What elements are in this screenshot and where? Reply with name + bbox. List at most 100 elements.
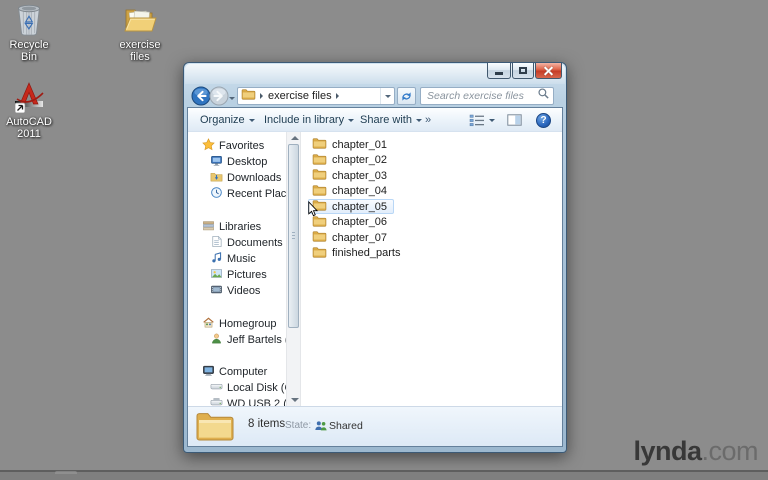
file-item-chapter-04[interactable]: chapter_04 bbox=[302, 184, 562, 200]
state-label: State: bbox=[285, 420, 312, 431]
minimize-button[interactable] bbox=[487, 63, 511, 79]
computer-icon bbox=[202, 364, 215, 380]
forward-button[interactable] bbox=[209, 86, 229, 106]
sidebar-item-favorites[interactable]: Favorites bbox=[188, 138, 286, 154]
help-button[interactable]: ? bbox=[536, 108, 551, 132]
sidebar-item-homegroup[interactable]: Homegroup bbox=[188, 316, 286, 332]
scrollbar-grip bbox=[292, 232, 295, 241]
desktop-icon-autocad-2011[interactable]: AutoCAD 2011 bbox=[0, 80, 58, 140]
organize-menu-button[interactable]: Organize bbox=[200, 108, 255, 132]
sidebar-scrollbar[interactable] bbox=[286, 132, 301, 406]
folder-icon bbox=[312, 246, 327, 261]
strip-notch bbox=[55, 471, 77, 474]
refresh-button[interactable] bbox=[397, 87, 416, 105]
screen-bottom-strip bbox=[0, 470, 768, 480]
scroll-down-icon[interactable] bbox=[290, 398, 299, 402]
file-list: chapter_01 chapter_02 chapter_03 chapter… bbox=[302, 132, 562, 406]
user-icon bbox=[210, 332, 223, 348]
folder-icon bbox=[312, 153, 327, 168]
preview-pane-icon bbox=[507, 114, 522, 126]
usb-disk-icon bbox=[210, 396, 223, 406]
state-value: Shared bbox=[329, 420, 363, 432]
folder-icon bbox=[312, 230, 327, 245]
chevron-down-icon bbox=[348, 118, 355, 125]
desktop-icon-recycle-bin[interactable]: Recycle Bin bbox=[0, 3, 58, 63]
downloads-icon bbox=[210, 170, 223, 186]
recycle-bin-icon bbox=[0, 3, 58, 37]
maximize-icon bbox=[519, 67, 527, 74]
music-note-icon bbox=[210, 251, 223, 267]
sidebar-item-documents[interactable]: Documents bbox=[188, 235, 286, 251]
breadcrumb-arrow-icon bbox=[335, 93, 342, 99]
folder-view: Favorites Desktop Downloads Recent Place… bbox=[188, 132, 562, 406]
desktop: Recycle Bin exercise files AutoCAD2011 bbox=[0, 0, 768, 480]
maximize-button[interactable] bbox=[512, 63, 534, 79]
window-client-area: Organize Include in library Share with » bbox=[187, 107, 563, 447]
sidebar-item-recent-places[interactable]: Recent Places bbox=[188, 186, 286, 202]
preview-pane-button[interactable] bbox=[507, 108, 522, 132]
help-icon: ? bbox=[536, 112, 551, 128]
address-dropdown[interactable] bbox=[380, 88, 394, 104]
sidebar-item-user[interactable]: Jeff Bartels (JB- bbox=[188, 332, 286, 348]
chevron-down-icon bbox=[415, 118, 422, 125]
toolbar-overflow-button[interactable]: » bbox=[425, 108, 431, 132]
sidebar-item-downloads[interactable]: Downloads bbox=[188, 170, 286, 186]
folder-icon bbox=[312, 184, 327, 199]
file-item-chapter-01[interactable]: chapter_01 bbox=[302, 137, 562, 153]
change-view-button[interactable] bbox=[469, 108, 495, 132]
item-count: 8 items bbox=[248, 418, 286, 430]
folder-icon bbox=[241, 87, 256, 105]
search-icon bbox=[537, 87, 550, 105]
close-button[interactable] bbox=[535, 63, 562, 79]
desktop-icon bbox=[210, 154, 223, 170]
open-folder-icon bbox=[111, 5, 169, 37]
file-item-finished-parts[interactable]: finished_parts bbox=[302, 246, 562, 262]
back-button[interactable] bbox=[191, 86, 211, 106]
search-input[interactable] bbox=[427, 90, 537, 102]
share-with-menu-button[interactable]: Share with bbox=[360, 108, 422, 132]
sidebar-item-wd-usb-drive[interactable]: WD USB 2 (F:) bbox=[188, 396, 286, 406]
sidebar-item-videos[interactable]: Videos bbox=[188, 283, 286, 299]
desktop-icon-label: Recycle Bin bbox=[9, 39, 49, 63]
desktop-icon-label: AutoCAD 2011 bbox=[6, 116, 52, 140]
sidebar-item-computer[interactable]: Computer bbox=[188, 364, 286, 380]
file-item-chapter-05[interactable]: chapter_05 bbox=[302, 199, 562, 215]
recent-locations-dropdown[interactable] bbox=[229, 97, 235, 103]
arrow-left-icon bbox=[191, 86, 211, 106]
folder-icon bbox=[312, 168, 327, 183]
scroll-up-icon[interactable] bbox=[290, 136, 299, 140]
star-icon bbox=[202, 138, 215, 154]
explorer-window: exercise files Organize Include in bbox=[183, 62, 567, 453]
minimize-icon bbox=[495, 71, 503, 75]
views-icon bbox=[469, 114, 484, 126]
desktop-icon-exercise-files[interactable]: exercise files bbox=[111, 5, 169, 63]
close-icon bbox=[543, 65, 554, 76]
command-bar: Organize Include in library Share with » bbox=[188, 108, 562, 132]
desktop-icon-label: exercise files bbox=[119, 39, 161, 63]
videos-icon bbox=[210, 283, 223, 299]
homegroup-icon bbox=[202, 316, 215, 332]
pictures-icon bbox=[210, 267, 223, 283]
chevron-down-icon bbox=[248, 118, 255, 125]
breadcrumb-arrow-icon bbox=[260, 93, 266, 99]
file-item-chapter-02[interactable]: chapter_02 bbox=[302, 153, 562, 169]
sidebar-item-desktop[interactable]: Desktop bbox=[188, 154, 286, 170]
arrow-right-icon bbox=[209, 86, 229, 106]
navigation-pane: Favorites Desktop Downloads Recent Place… bbox=[188, 132, 286, 406]
include-in-library-menu-button[interactable]: Include in library bbox=[264, 108, 355, 132]
chevron-down-icon bbox=[489, 118, 495, 125]
sidebar-item-pictures[interactable]: Pictures bbox=[188, 267, 286, 283]
sidebar-item-local-disk-c[interactable]: Local Disk (C:) bbox=[188, 380, 286, 396]
file-item-chapter-06[interactable]: chapter_06 bbox=[302, 215, 562, 231]
sidebar-item-music[interactable]: Music bbox=[188, 251, 286, 267]
sidebar-item-libraries[interactable]: Libraries bbox=[188, 219, 286, 235]
autocad-icon bbox=[0, 80, 58, 114]
file-item-chapter-03[interactable]: chapter_03 bbox=[302, 168, 562, 184]
search-box bbox=[420, 87, 554, 105]
breadcrumb[interactable]: exercise files bbox=[268, 90, 332, 102]
documents-icon bbox=[210, 235, 223, 251]
refresh-icon bbox=[402, 91, 411, 101]
address-bar[interactable]: exercise files bbox=[237, 87, 395, 105]
file-item-chapter-07[interactable]: chapter_07 bbox=[302, 230, 562, 246]
scrollbar-thumb[interactable] bbox=[288, 144, 299, 328]
